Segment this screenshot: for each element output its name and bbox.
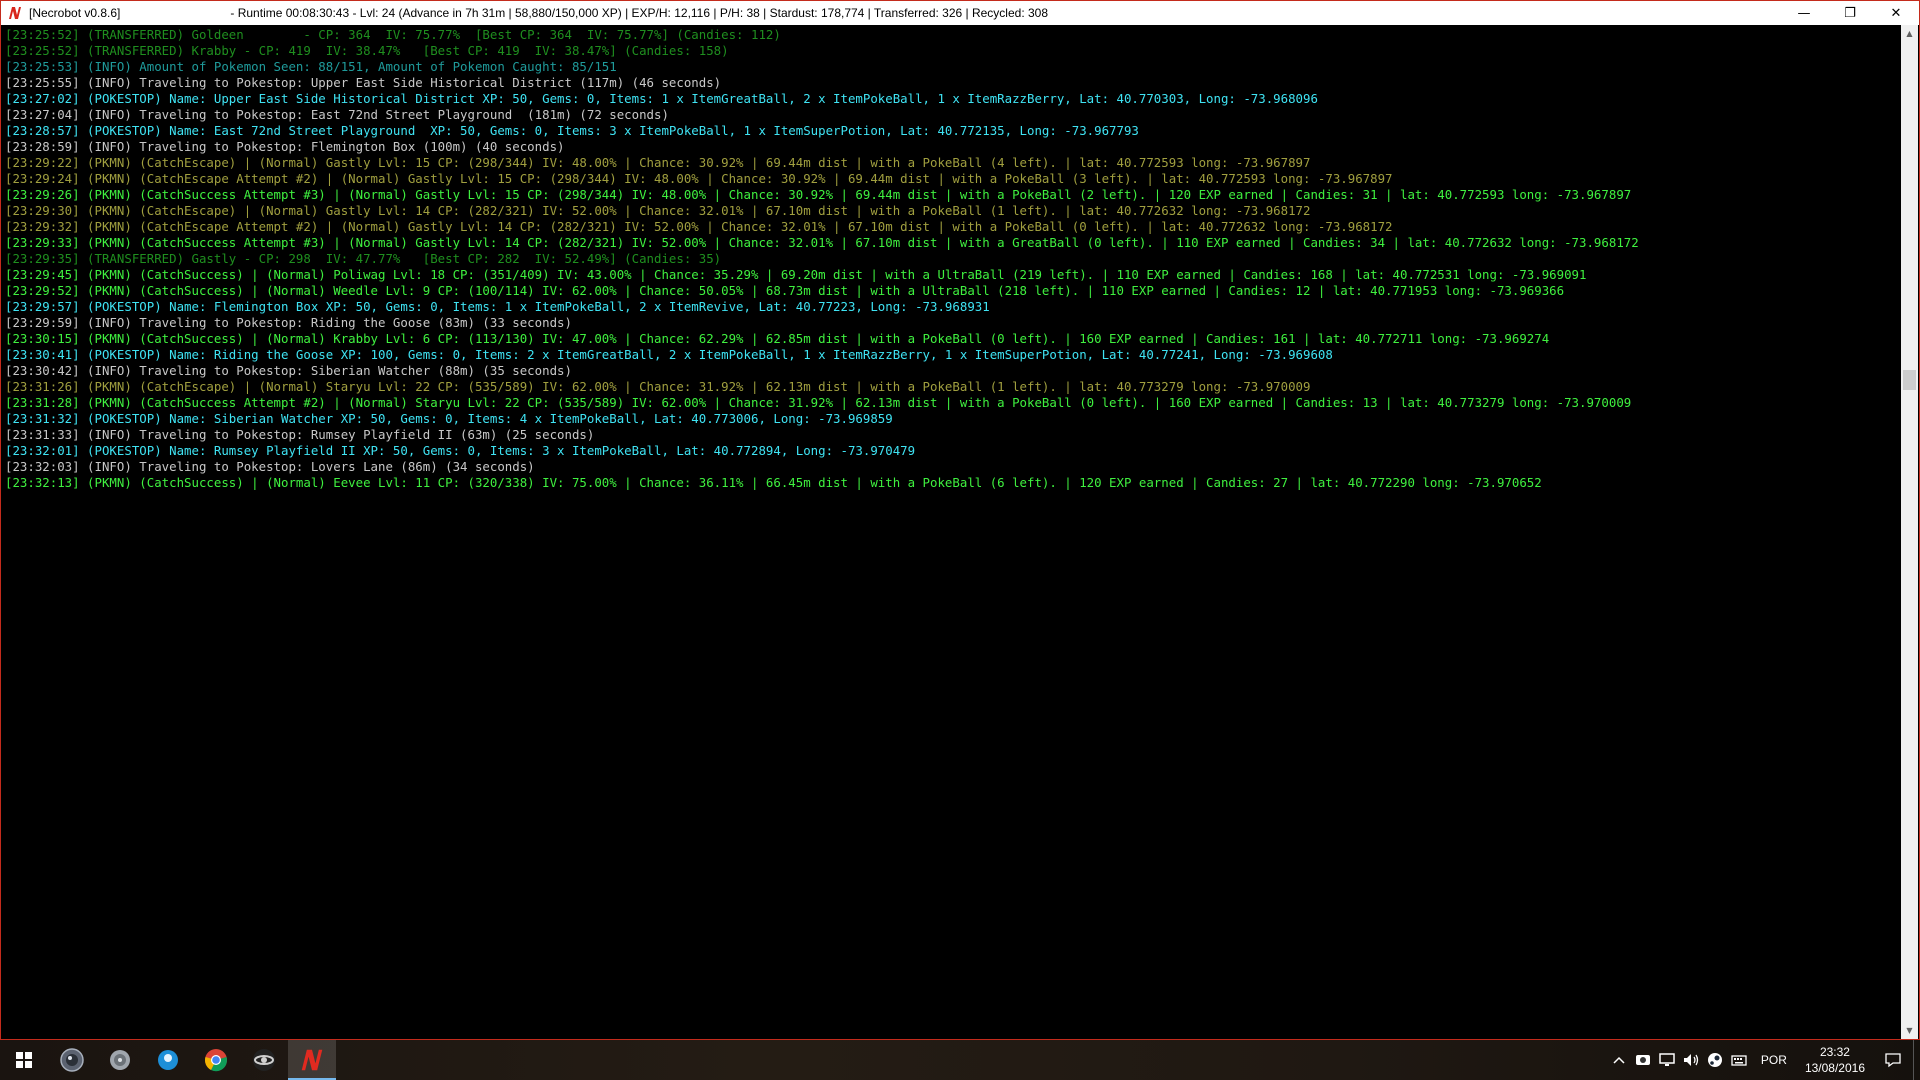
input-language[interactable]: POR xyxy=(1751,1053,1797,1067)
show-desktop-button[interactable] xyxy=(1913,1040,1920,1080)
console-line: [23:27:04] (INFO) Traveling to Pokestop:… xyxy=(5,107,669,122)
disc-app-icon xyxy=(110,1050,130,1070)
console-window: [Necrobot v0.8.6] - Runtime 00:08:30:43 … xyxy=(0,0,1920,1040)
console-line: [23:30:15] (PKMN) (CatchSuccess) | (Norm… xyxy=(5,331,1550,346)
console-line: [23:29:26] (PKMN) (CatchSuccess Attempt … xyxy=(5,187,1632,202)
console-line: [23:32:01] (POKESTOP) Name: Rumsey Playf… xyxy=(5,443,916,458)
title-bar[interactable]: [Necrobot v0.8.6] - Runtime 00:08:30:43 … xyxy=(1,1,1919,25)
console-line: [23:25:52] (TRANSFERRED) Krabby - CP: 41… xyxy=(5,43,729,58)
close-button[interactable]: ✕ xyxy=(1873,1,1919,25)
scroll-up-arrow-icon[interactable]: ▲ xyxy=(1901,25,1918,42)
tray-app-icon[interactable] xyxy=(1631,1040,1655,1080)
window-controls: — ❐ ✕ xyxy=(1781,1,1919,25)
necrobot-logo-icon xyxy=(7,5,23,21)
system-tray: POR 23:32 13/08/2016 xyxy=(1607,1040,1920,1080)
windows-logo-icon xyxy=(16,1052,32,1068)
window-status: - Runtime 00:08:30:43 - Lvl: 24 (Advance… xyxy=(230,6,1049,20)
vertical-scrollbar[interactable]: ▲ ▼ xyxy=(1901,25,1918,1039)
clock-date: 13/08/2016 xyxy=(1804,1061,1865,1075)
console-line: [23:29:22] (PKMN) (CatchEscape) | (Norma… xyxy=(5,155,1311,170)
console-line: [23:29:52] (PKMN) (CatchSuccess) | (Norm… xyxy=(5,283,1565,298)
console-line: [23:32:13] (PKMN) (CatchSuccess) | (Norm… xyxy=(5,475,1542,490)
notifications-icon[interactable] xyxy=(1873,1040,1913,1080)
console-line: [23:29:45] (PKMN) (CatchSuccess) | (Norm… xyxy=(5,267,1587,282)
console-line: [23:29:24] (PKMN) (CatchEscape Attempt #… xyxy=(5,171,1393,186)
necrobot-app-button[interactable] xyxy=(288,1040,336,1080)
steam-app-button[interactable] xyxy=(240,1040,288,1080)
console-line: [23:29:59] (INFO) Traveling to Pokestop:… xyxy=(5,315,572,330)
volume-icon[interactable] xyxy=(1679,1040,1703,1080)
console-line: [23:32:03] (INFO) Traveling to Pokestop:… xyxy=(5,459,535,474)
steam-app-icon xyxy=(253,1049,275,1071)
console-output[interactable]: [23:25:52] (TRANSFERRED) Goldeen - CP: 3… xyxy=(1,25,1903,1039)
console-line: [23:29:35] (TRANSFERRED) Gastly - CP: 29… xyxy=(5,251,722,266)
console-line: [23:31:33] (INFO) Traveling to Pokestop:… xyxy=(5,427,595,442)
console-line: [23:29:57] (POKESTOP) Name: Flemington B… xyxy=(5,299,990,314)
pokeball-app-icon xyxy=(60,1048,84,1072)
taskbar: POR 23:32 13/08/2016 xyxy=(0,1040,1920,1080)
window-title: [Necrobot v0.8.6] xyxy=(29,6,121,20)
pokeball-app-button[interactable] xyxy=(48,1040,96,1080)
minimize-button[interactable]: — xyxy=(1781,1,1827,25)
console-line: [23:29:30] (PKMN) (CatchEscape) | (Norma… xyxy=(5,203,1311,218)
console-line: [23:31:26] (PKMN) (CatchEscape) | (Norma… xyxy=(5,379,1311,394)
necrobot-app-icon xyxy=(301,1049,323,1071)
console-line: [23:27:02] (POKESTOP) Name: Upper East S… xyxy=(5,91,1318,106)
clock[interactable]: 23:32 13/08/2016 xyxy=(1797,1044,1873,1076)
console-line: [23:30:42] (INFO) Traveling to Pokestop:… xyxy=(5,363,572,378)
console-line: [23:28:57] (POKESTOP) Name: East 72nd St… xyxy=(5,123,1139,138)
chrome-button[interactable] xyxy=(192,1040,240,1080)
console-line: [23:29:33] (PKMN) (CatchSuccess Attempt … xyxy=(5,235,1639,250)
chrome-icon xyxy=(205,1049,227,1072)
chevron-up-icon[interactable] xyxy=(1607,1040,1631,1080)
network-icon[interactable] xyxy=(1655,1040,1679,1080)
disc-app-button[interactable] xyxy=(96,1040,144,1080)
console-line: [23:31:28] (PKMN) (CatchSuccess Attempt … xyxy=(5,395,1632,410)
console-line: [23:31:32] (POKESTOP) Name: Siberian Wat… xyxy=(5,411,893,426)
blue-app-icon xyxy=(158,1050,178,1070)
scroll-down-arrow-icon[interactable]: ▼ xyxy=(1901,1022,1918,1039)
steam-tray-icon[interactable] xyxy=(1703,1040,1727,1080)
console-line: [23:28:59] (INFO) Traveling to Pokestop:… xyxy=(5,139,565,154)
keyboard-icon[interactable] xyxy=(1727,1040,1751,1080)
start-button[interactable] xyxy=(0,1040,48,1080)
console-line: [23:30:41] (POKESTOP) Name: Riding the G… xyxy=(5,347,1333,362)
scrollbar-thumb[interactable] xyxy=(1903,370,1916,390)
console-line: [23:25:55] (INFO) Traveling to Pokestop:… xyxy=(5,75,722,90)
clock-time: 23:32 xyxy=(1819,1045,1850,1059)
restore-button[interactable]: ❐ xyxy=(1827,1,1873,25)
console-line: [23:29:32] (PKMN) (CatchEscape Attempt #… xyxy=(5,219,1393,234)
console-line: [23:25:53] (INFO) Amount of Pokemon Seen… xyxy=(5,59,617,74)
blue-app-button[interactable] xyxy=(144,1040,192,1080)
console-line: [23:25:52] (TRANSFERRED) Goldeen - CP: 3… xyxy=(5,27,781,42)
